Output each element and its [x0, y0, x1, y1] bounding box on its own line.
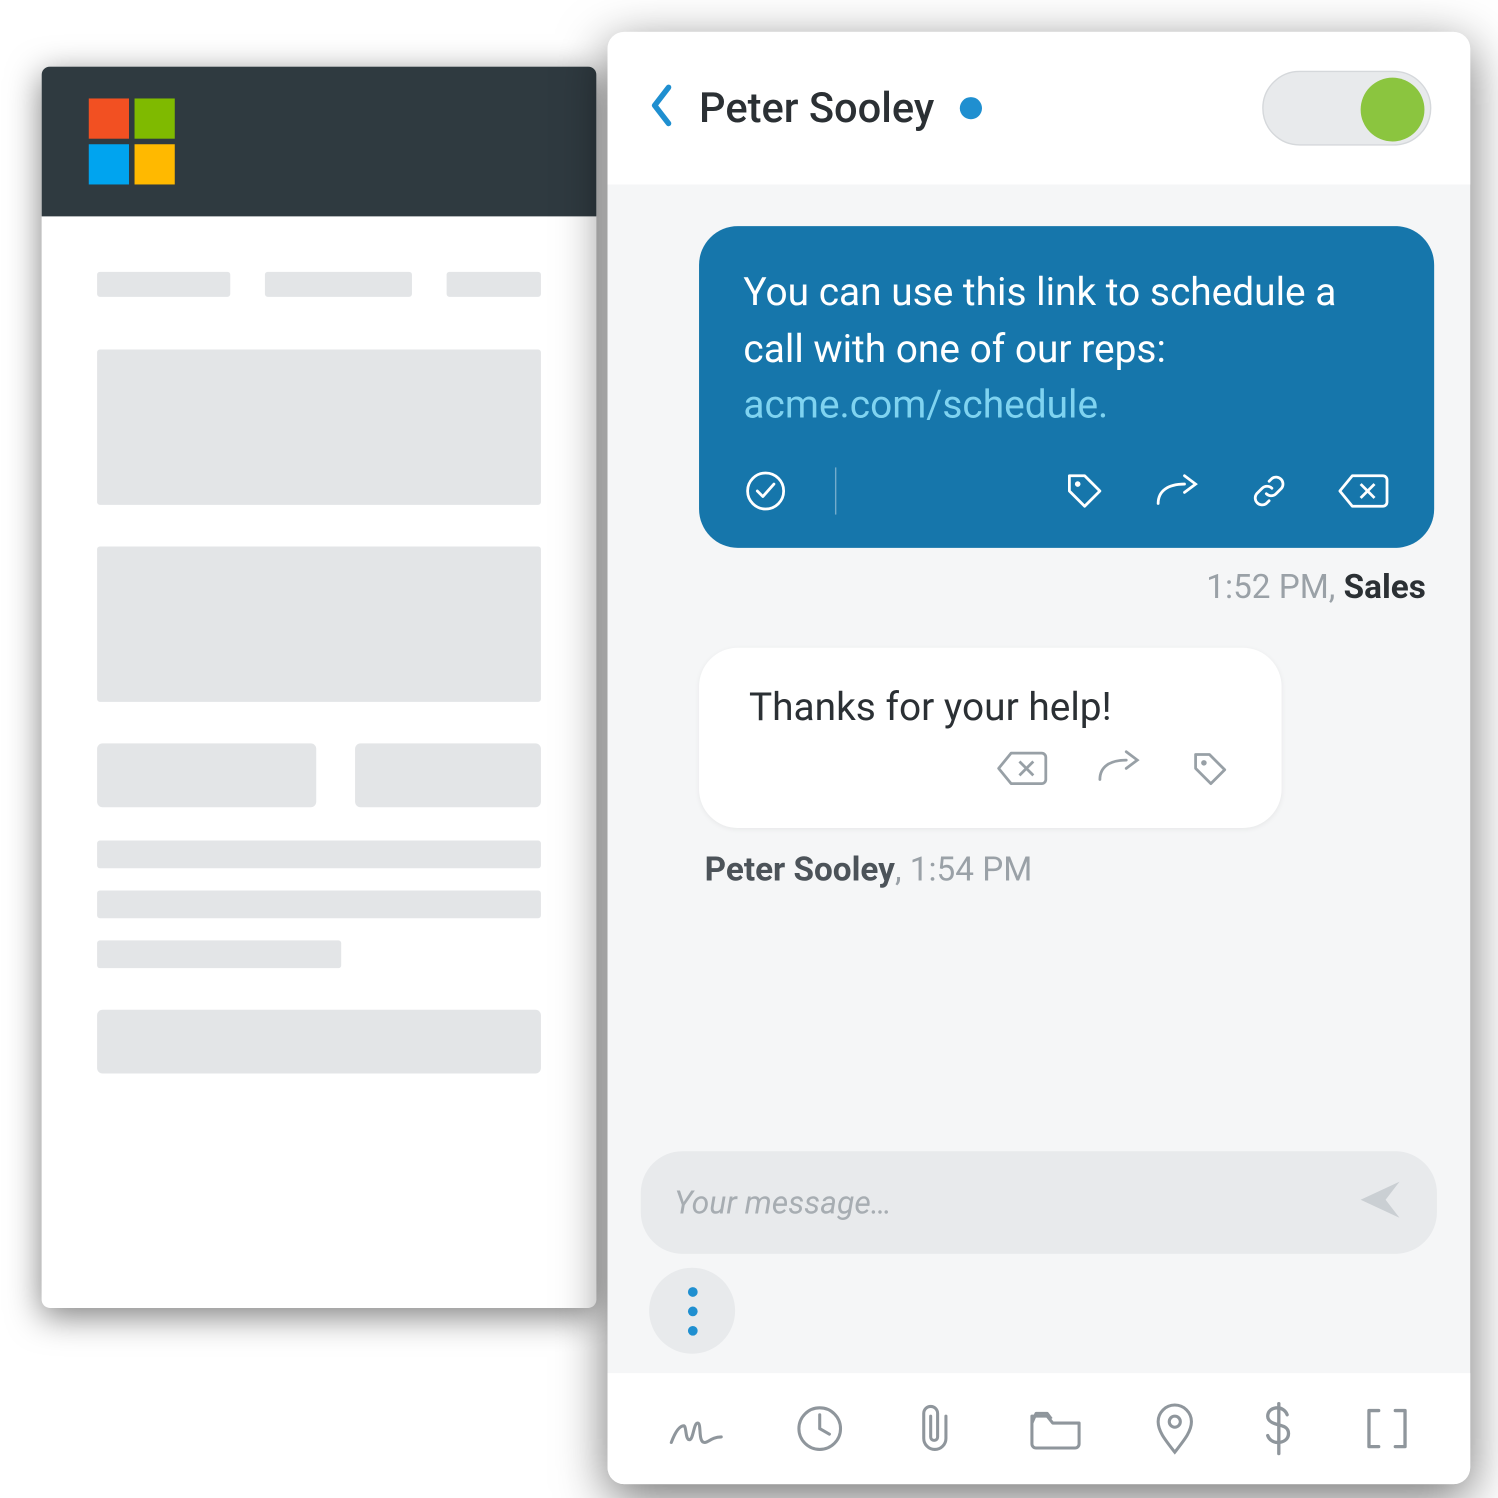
- confirm-icon[interactable]: [743, 469, 787, 513]
- send-icon[interactable]: [1356, 1176, 1403, 1229]
- compose-field[interactable]: [641, 1151, 1437, 1254]
- forward-icon[interactable]: [1154, 473, 1201, 509]
- more-options-button[interactable]: [649, 1268, 735, 1354]
- incoming-message-bubble: Thanks for your help!: [699, 647, 1282, 827]
- microsoft-logo-icon: [89, 98, 175, 184]
- chat-scroll-area: You can use this link to schedule a call…: [608, 184, 1471, 1137]
- back-chevron-icon[interactable]: [646, 82, 674, 135]
- incoming-message-meta: Peter Sooley, 1:54 PM: [705, 850, 1435, 889]
- action-divider: [835, 467, 836, 514]
- message-input[interactable]: [674, 1184, 1340, 1221]
- outgoing-message-bubble: You can use this link to schedule a call…: [699, 226, 1434, 547]
- contact-name[interactable]: Peter Sooley: [699, 84, 934, 133]
- signature-icon[interactable]: [667, 1406, 725, 1450]
- incoming-timestamp: 1:54 PM: [910, 850, 1033, 889]
- templates-folder-icon[interactable]: [1026, 1405, 1084, 1452]
- schedule-clock-icon[interactable]: [794, 1404, 844, 1454]
- composer-area: [608, 1137, 1471, 1373]
- background-app-header: [42, 67, 597, 217]
- payment-dollar-icon[interactable]: [1264, 1401, 1295, 1456]
- status-dot-icon: [959, 97, 981, 119]
- outgoing-message-text: You can use this link to schedule a call…: [743, 269, 1336, 371]
- incoming-sender: Peter Sooley: [705, 850, 895, 889]
- incoming-message-text: Thanks for your help!: [749, 683, 1232, 729]
- merge-field-brackets-icon[interactable]: [1364, 1405, 1411, 1452]
- availability-toggle[interactable]: [1262, 71, 1431, 146]
- forward-icon[interactable]: [1096, 749, 1143, 800]
- chat-header: Peter Sooley: [608, 32, 1471, 185]
- toggle-knob: [1361, 78, 1425, 142]
- location-pin-icon[interactable]: [1154, 1401, 1196, 1456]
- tag-icon[interactable]: [1062, 469, 1106, 513]
- delete-icon[interactable]: [1337, 471, 1390, 510]
- delete-icon[interactable]: [996, 749, 1049, 800]
- attachment-paperclip-icon[interactable]: [913, 1402, 957, 1455]
- background-app-body: [42, 216, 597, 1073]
- outgoing-message-meta: 1:52 PM, Sales: [644, 567, 1426, 606]
- background-app-window: [42, 67, 597, 1308]
- outgoing-sender: Sales: [1344, 567, 1426, 606]
- bottom-toolbar: [608, 1373, 1471, 1484]
- message-link[interactable]: acme.com/schedule.: [743, 382, 1108, 428]
- outgoing-timestamp: 1:52 PM: [1206, 567, 1329, 606]
- link-icon[interactable]: [1248, 470, 1290, 512]
- outgoing-message-actions: [743, 459, 1389, 514]
- tag-icon[interactable]: [1190, 749, 1232, 800]
- incoming-message-actions: [749, 749, 1232, 800]
- chat-panel: Peter Sooley You can use this link to sc…: [608, 32, 1471, 1484]
